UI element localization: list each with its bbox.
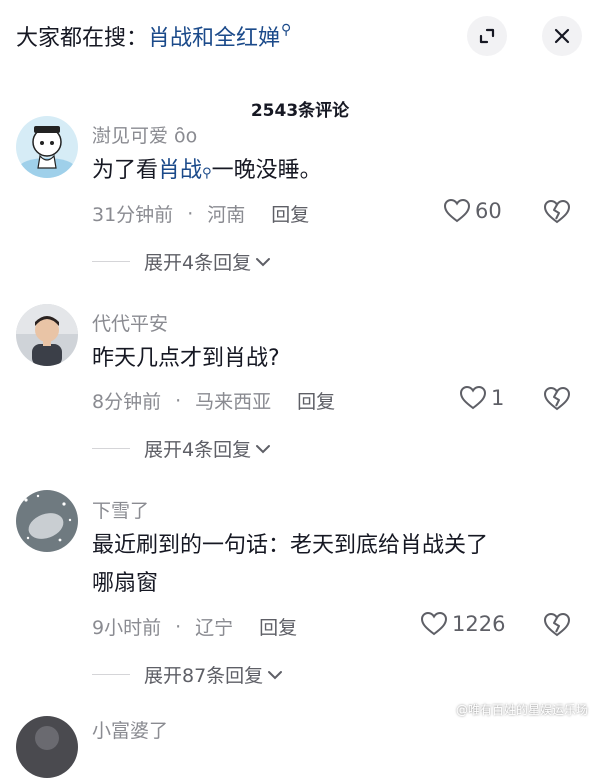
watermark: @唯有百姓的星娱运乐场 [455, 703, 588, 717]
expand-replies-label: 展开4条回复 [144, 439, 252, 461]
username[interactable]: 下雪了 [92, 496, 149, 523]
dislike-button[interactable] [543, 199, 571, 229]
comment-text: 为了看肖战⚲一晚没睡。 [92, 152, 322, 190]
expand-replies-label: 展开87条回复 [144, 665, 264, 687]
expand-replies-button[interactable]: 展开87条回复 [92, 661, 283, 688]
search-icon: ⚲ [202, 166, 212, 181]
divider [92, 674, 130, 675]
heart-icon [420, 611, 448, 636]
avatar-image [16, 490, 78, 552]
search-keyword[interactable]: 肖战和全红婵 [148, 26, 280, 51]
chevron-down-icon [268, 670, 283, 679]
dislike-button[interactable] [543, 612, 571, 642]
comment-text: 昨天几点才到肖战? [92, 346, 280, 371]
expand-replies-button[interactable]: 展开4条回复 [92, 435, 271, 462]
comment-text-after: 一晚没睡。 [211, 158, 322, 183]
separator-dot: · [175, 615, 182, 638]
separator-dot: · [175, 389, 182, 412]
username[interactable]: 小富婆了 [92, 716, 168, 743]
avatar[interactable] [16, 116, 78, 178]
like-count: 1226 [452, 612, 506, 636]
close-button[interactable] [542, 16, 582, 56]
reply-button[interactable]: 回复 [297, 387, 335, 414]
dislike-button[interactable] [543, 386, 571, 416]
like-button[interactable]: 60 [443, 198, 502, 224]
comment-location: 河南 [207, 204, 246, 226]
divider [92, 261, 130, 262]
avatar-image [16, 304, 78, 366]
comment-text-before: 为了看 [92, 158, 159, 183]
comment-location: 马来西亚 [195, 391, 272, 413]
comment-keyword-link[interactable]: 肖战 [158, 158, 202, 183]
search-prefix: 大家都在搜： [16, 26, 149, 51]
comment-time: 31分钟前 [92, 204, 174, 226]
comment-location: 辽宁 [195, 617, 234, 639]
avatar-image [16, 116, 78, 178]
search-icon: ⚲ [281, 22, 292, 38]
search-suggestion[interactable]: 大家都在搜：肖战和全红婵⚲ [16, 20, 292, 52]
expand-button[interactable] [467, 16, 507, 56]
divider [92, 448, 130, 449]
comment-count: 2543条评论 [250, 101, 350, 121]
like-button[interactable]: 1226 [420, 611, 505, 637]
close-icon [554, 28, 570, 44]
broken-heart-icon [543, 386, 571, 411]
like-button[interactable]: 1 [459, 385, 504, 411]
chevron-down-icon [256, 257, 271, 266]
broken-heart-icon [543, 199, 571, 224]
comment-text-line: 最近刷到的一句话：老天到底给肖战关了 [92, 533, 489, 558]
separator-dot: · [187, 202, 194, 225]
broken-heart-icon [543, 612, 571, 637]
avatar[interactable] [16, 304, 78, 366]
comment-meta: 8分钟前 · 马来西亚 回复 [92, 387, 335, 414]
username[interactable]: 澍见可爱 ο̑̑ο [92, 121, 197, 148]
reply-button[interactable]: 回复 [259, 613, 297, 640]
avatar[interactable] [16, 490, 78, 552]
like-count: 60 [475, 199, 502, 223]
username[interactable]: 代代平安 [92, 309, 168, 336]
comment-meta: 9小时前 · 辽宁 回复 [92, 613, 297, 640]
comment-time: 8分钟前 [92, 391, 162, 413]
expand-icon [479, 28, 495, 44]
avatar-image [16, 716, 78, 778]
comment-time: 9小时前 [92, 617, 162, 639]
expand-replies-button[interactable]: 展开4条回复 [92, 248, 271, 275]
heart-icon [459, 385, 487, 410]
reply-button[interactable]: 回复 [271, 200, 309, 227]
comment-text-line: 哪扇窗 [92, 571, 159, 596]
like-count: 1 [491, 386, 505, 410]
heart-icon [443, 198, 471, 223]
chevron-down-icon [256, 444, 271, 453]
comment-meta: 31分钟前 · 河南 回复 [92, 200, 309, 227]
comment-text: 最近刷到的一句话：老天到底给肖战关了 哪扇窗 [92, 527, 488, 603]
expand-replies-label: 展开4条回复 [144, 252, 252, 274]
avatar[interactable] [16, 716, 78, 778]
